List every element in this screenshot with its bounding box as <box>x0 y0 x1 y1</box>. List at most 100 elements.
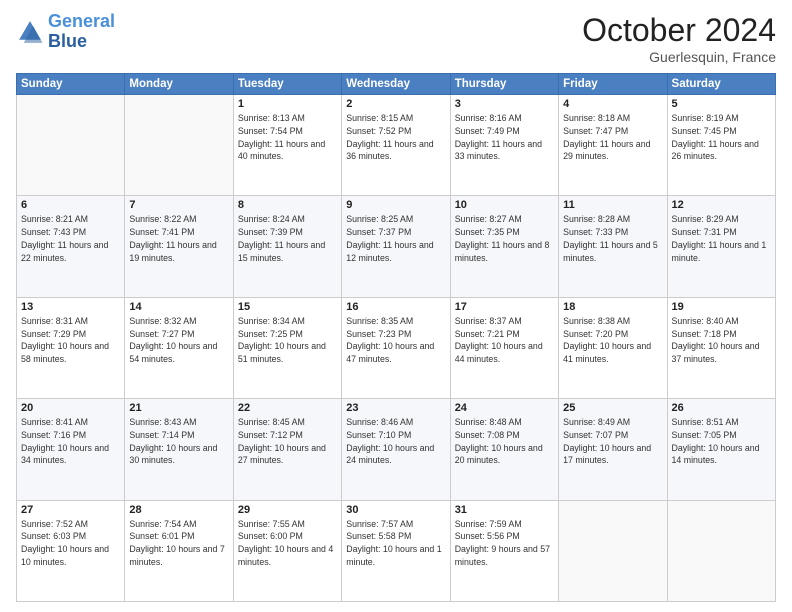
calendar-day-cell: 13 Sunrise: 8:31 AM Sunset: 7:29 PM Dayli… <box>17 297 125 398</box>
weekday-header-cell: Saturday <box>667 74 775 95</box>
calendar-day-cell: 4 Sunrise: 8:18 AM Sunset: 7:47 PM Daylig… <box>559 95 667 196</box>
day-number: 18 <box>563 301 662 313</box>
page: General Blue October 2024 Guerlesquin, F… <box>0 0 792 612</box>
weekday-header-cell: Wednesday <box>342 74 450 95</box>
day-number: 17 <box>455 301 554 313</box>
title-block: October 2024 Guerlesquin, France <box>582 12 776 65</box>
weekday-header-cell: Monday <box>125 74 233 95</box>
logo: General Blue <box>16 12 115 52</box>
header: General Blue October 2024 Guerlesquin, F… <box>16 12 776 65</box>
day-number: 8 <box>238 199 337 211</box>
day-info: Sunrise: 8:49 AM Sunset: 7:07 PM Dayligh… <box>563 416 662 467</box>
day-info: Sunrise: 7:54 AM Sunset: 6:01 PM Dayligh… <box>129 518 228 569</box>
day-number: 11 <box>563 199 662 211</box>
calendar-day-cell: 8 Sunrise: 8:24 AM Sunset: 7:39 PM Daylig… <box>233 196 341 297</box>
weekday-header-cell: Thursday <box>450 74 558 95</box>
calendar-day-cell: 9 Sunrise: 8:25 AM Sunset: 7:37 PM Daylig… <box>342 196 450 297</box>
calendar-week-row: 20 Sunrise: 8:41 AM Sunset: 7:16 PM Dayli… <box>17 399 776 500</box>
location: Guerlesquin, France <box>582 49 776 65</box>
day-number: 13 <box>21 301 120 313</box>
day-info: Sunrise: 8:51 AM Sunset: 7:05 PM Dayligh… <box>672 416 771 467</box>
day-info: Sunrise: 8:40 AM Sunset: 7:18 PM Dayligh… <box>672 315 771 366</box>
calendar-day-cell: 28 Sunrise: 7:54 AM Sunset: 6:01 PM Dayli… <box>125 500 233 601</box>
calendar-day-cell: 10Sunrise: 8:27 AM Sunset: 7:35 PM Dayli… <box>450 196 558 297</box>
day-info: Sunrise: 8:37 AM Sunset: 7:21 PM Dayligh… <box>455 315 554 366</box>
day-number: 24 <box>455 402 554 414</box>
day-number: 16 <box>346 301 445 313</box>
day-number: 3 <box>455 98 554 110</box>
calendar-day-cell: 27 Sunrise: 7:52 AM Sunset: 6:03 PM Dayli… <box>17 500 125 601</box>
day-info: Sunrise: 7:55 AM Sunset: 6:00 PM Dayligh… <box>238 518 337 569</box>
calendar-day-cell: 15 Sunrise: 8:34 AM Sunset: 7:25 PM Dayli… <box>233 297 341 398</box>
day-info: Sunrise: 8:22 AM Sunset: 7:41 PM Dayligh… <box>129 213 228 264</box>
day-number: 31 <box>455 504 554 516</box>
day-info: Sunrise: 7:52 AM Sunset: 6:03 PM Dayligh… <box>21 518 120 569</box>
calendar-day-cell: 31 Sunrise: 7:59 AM Sunset: 5:56 PM Dayli… <box>450 500 558 601</box>
calendar-day-cell: 3 Sunrise: 8:16 AM Sunset: 7:49 PM Daylig… <box>450 95 558 196</box>
weekday-header-cell: Sunday <box>17 74 125 95</box>
calendar-day-cell: 2 Sunrise: 8:15 AM Sunset: 7:52 PM Daylig… <box>342 95 450 196</box>
calendar-week-row: 1Sunrise: 8:13 AM Sunset: 7:54 PM Daylig… <box>17 95 776 196</box>
weekday-header: SundayMondayTuesdayWednesdayThursdayFrid… <box>17 74 776 95</box>
calendar-day-cell: 24 Sunrise: 8:48 AM Sunset: 7:08 PM Dayli… <box>450 399 558 500</box>
day-number: 2 <box>346 98 445 110</box>
calendar-day-cell: 17 Sunrise: 8:37 AM Sunset: 7:21 PM Dayli… <box>450 297 558 398</box>
calendar-week-row: 13 Sunrise: 8:31 AM Sunset: 7:29 PM Dayli… <box>17 297 776 398</box>
month-title: October 2024 <box>582 12 776 49</box>
day-number: 19 <box>672 301 771 313</box>
day-number: 1 <box>238 98 337 110</box>
day-number: 5 <box>672 98 771 110</box>
day-info: Sunrise: 8:25 AM Sunset: 7:37 PM Dayligh… <box>346 213 445 264</box>
day-number: 26 <box>672 402 771 414</box>
day-info: Sunrise: 8:35 AM Sunset: 7:23 PM Dayligh… <box>346 315 445 366</box>
calendar-day-cell <box>667 500 775 601</box>
day-info: Sunrise: 8:41 AM Sunset: 7:16 PM Dayligh… <box>21 416 120 467</box>
day-info: Sunrise: 8:27 AM Sunset: 7:35 PM Dayligh… <box>455 213 554 264</box>
day-info: Sunrise: 8:48 AM Sunset: 7:08 PM Dayligh… <box>455 416 554 467</box>
day-info: Sunrise: 8:16 AM Sunset: 7:49 PM Dayligh… <box>455 112 554 163</box>
calendar-week-row: 6 Sunrise: 8:21 AM Sunset: 7:43 PM Daylig… <box>17 196 776 297</box>
day-number: 25 <box>563 402 662 414</box>
day-number: 4 <box>563 98 662 110</box>
day-number: 12 <box>672 199 771 211</box>
calendar-day-cell: 11Sunrise: 8:28 AM Sunset: 7:33 PM Dayli… <box>559 196 667 297</box>
day-info: Sunrise: 8:31 AM Sunset: 7:29 PM Dayligh… <box>21 315 120 366</box>
day-info: Sunrise: 7:59 AM Sunset: 5:56 PM Dayligh… <box>455 518 554 569</box>
day-info: Sunrise: 7:57 AM Sunset: 5:58 PM Dayligh… <box>346 518 445 569</box>
weekday-header-cell: Friday <box>559 74 667 95</box>
calendar-day-cell: 29Sunrise: 7:55 AM Sunset: 6:00 PM Dayli… <box>233 500 341 601</box>
calendar-day-cell: 26 Sunrise: 8:51 AM Sunset: 7:05 PM Dayli… <box>667 399 775 500</box>
day-number: 28 <box>129 504 228 516</box>
calendar-day-cell: 18Sunrise: 8:38 AM Sunset: 7:20 PM Dayli… <box>559 297 667 398</box>
day-info: Sunrise: 8:32 AM Sunset: 7:27 PM Dayligh… <box>129 315 228 366</box>
day-number: 15 <box>238 301 337 313</box>
logo-icon <box>16 18 44 46</box>
day-info: Sunrise: 8:29 AM Sunset: 7:31 PM Dayligh… <box>672 213 771 264</box>
calendar-day-cell: 6 Sunrise: 8:21 AM Sunset: 7:43 PM Daylig… <box>17 196 125 297</box>
calendar-day-cell: 20 Sunrise: 8:41 AM Sunset: 7:16 PM Dayli… <box>17 399 125 500</box>
calendar-day-cell: 12 Sunrise: 8:29 AM Sunset: 7:31 PM Dayli… <box>667 196 775 297</box>
day-info: Sunrise: 8:46 AM Sunset: 7:10 PM Dayligh… <box>346 416 445 467</box>
calendar-day-cell <box>559 500 667 601</box>
calendar-day-cell: 19 Sunrise: 8:40 AM Sunset: 7:18 PM Dayli… <box>667 297 775 398</box>
weekday-header-cell: Tuesday <box>233 74 341 95</box>
day-number: 21 <box>129 402 228 414</box>
logo-text: General Blue <box>48 12 115 52</box>
calendar-day-cell: 25 Sunrise: 8:49 AM Sunset: 7:07 PM Dayli… <box>559 399 667 500</box>
day-info: Sunrise: 8:18 AM Sunset: 7:47 PM Dayligh… <box>563 112 662 163</box>
day-number: 9 <box>346 199 445 211</box>
day-number: 20 <box>21 402 120 414</box>
day-number: 27 <box>21 504 120 516</box>
calendar-day-cell: 23Sunrise: 8:46 AM Sunset: 7:10 PM Dayli… <box>342 399 450 500</box>
day-info: Sunrise: 8:45 AM Sunset: 7:12 PM Dayligh… <box>238 416 337 467</box>
day-info: Sunrise: 8:34 AM Sunset: 7:25 PM Dayligh… <box>238 315 337 366</box>
calendar-day-cell: 21Sunrise: 8:43 AM Sunset: 7:14 PM Dayli… <box>125 399 233 500</box>
day-info: Sunrise: 8:15 AM Sunset: 7:52 PM Dayligh… <box>346 112 445 163</box>
day-number: 6 <box>21 199 120 211</box>
calendar-day-cell: 14Sunrise: 8:32 AM Sunset: 7:27 PM Dayli… <box>125 297 233 398</box>
day-info: Sunrise: 8:21 AM Sunset: 7:43 PM Dayligh… <box>21 213 120 264</box>
calendar-day-cell <box>17 95 125 196</box>
day-info: Sunrise: 8:24 AM Sunset: 7:39 PM Dayligh… <box>238 213 337 264</box>
calendar-day-cell: 5Sunrise: 8:19 AM Sunset: 7:45 PM Daylig… <box>667 95 775 196</box>
calendar-day-cell: 30Sunrise: 7:57 AM Sunset: 5:58 PM Dayli… <box>342 500 450 601</box>
